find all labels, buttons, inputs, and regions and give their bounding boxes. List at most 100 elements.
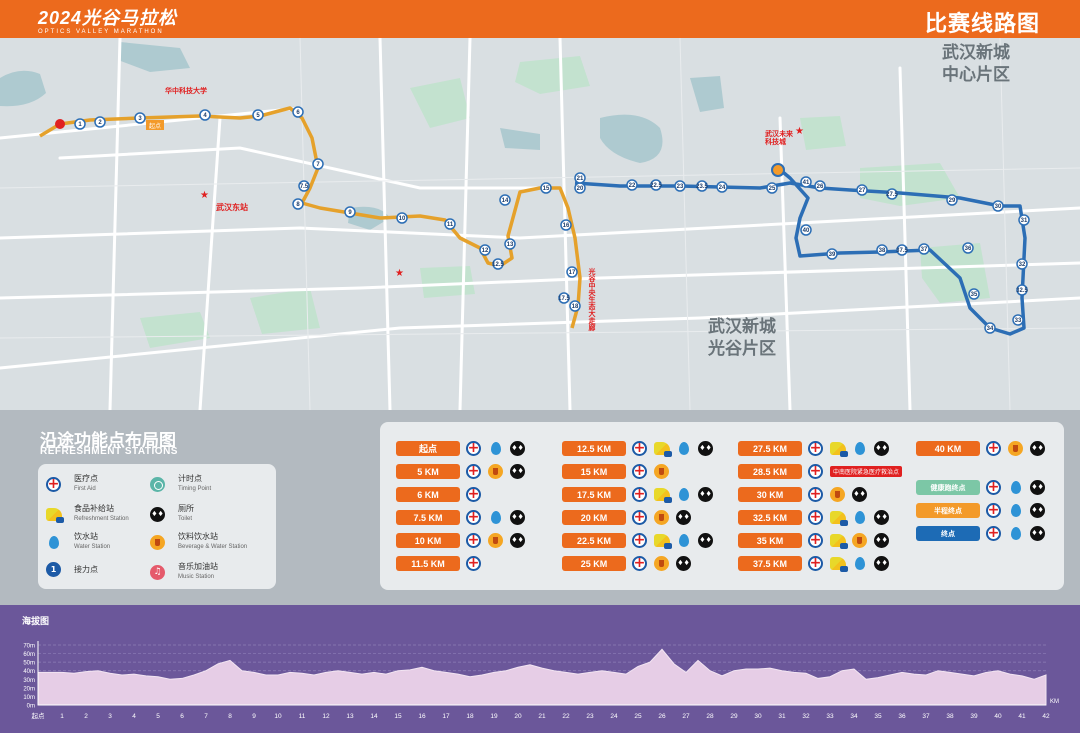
station-km-label: 12.5 KM <box>562 441 626 456</box>
svg-text:36: 36 <box>965 246 972 252</box>
x-tick-label: 42 <box>1042 713 1050 720</box>
x-tick-label: 5 <box>156 713 160 720</box>
x-tick-label: 38 <box>946 713 954 720</box>
station-row: 健康跑终点 <box>916 478 1052 496</box>
x-tick-label: 21 <box>538 713 546 720</box>
x-tick-label: 19 <box>490 713 498 720</box>
first-aid-icon <box>986 478 1001 496</box>
first-aid-icon <box>986 524 1001 542</box>
svg-text:12.5: 12.5 <box>492 262 504 268</box>
toilet-icon <box>874 556 889 571</box>
toilet-icon <box>510 510 525 525</box>
first-aid-icon <box>632 554 647 572</box>
svg-text:27.5: 27.5 <box>886 192 898 198</box>
toilet-icon <box>510 441 525 456</box>
svg-text:起点: 起点 <box>149 122 161 130</box>
svg-text:10: 10 <box>399 216 406 222</box>
svg-text:34: 34 <box>987 326 994 332</box>
toilet-icon <box>874 510 889 525</box>
station-row: 终点 <box>916 524 1052 542</box>
first-aid-icon <box>632 485 647 503</box>
x-tick-label: 26 <box>658 713 666 720</box>
station-km-label: 30 KM <box>738 487 802 502</box>
toilet-icon <box>1030 503 1045 518</box>
legend-item-toilet: 厕所Toilet <box>150 504 194 524</box>
water-icon <box>1011 481 1021 494</box>
station-row: 22.5 KM <box>562 531 720 549</box>
x-tick-label: 16 <box>418 713 426 720</box>
station-row: 11.5 KM <box>396 554 488 572</box>
station-km-label: 终点 <box>916 526 980 541</box>
svg-text:33: 33 <box>1015 318 1022 324</box>
future-city-label: 武汉未来 <box>765 129 794 138</box>
first-aid-icon <box>986 501 1001 519</box>
station-km-label: 32.5 KM <box>738 510 802 525</box>
x-tick-label: 10 <box>274 713 282 720</box>
hust-label: 华中科技大学 <box>165 86 207 95</box>
x-tick-label: 12 <box>322 713 330 720</box>
legend-panel: 医疗点First Aid 食品补给站Refreshment Station 饮水… <box>38 464 276 589</box>
x-tick-label: 15 <box>394 713 402 720</box>
toilet-icon <box>698 441 713 456</box>
x-tick-label: 13 <box>346 713 354 720</box>
elevation-section: 海拔图 0m 10m 20m 30m 40m 50m 60m 70m 起点 1 2 3 4 5 6 7 8 9 10… <box>0 605 1080 733</box>
station-row: 10 KM <box>396 531 532 549</box>
stations-subtitle: REFRESHMENT STATIONS <box>40 446 178 457</box>
x-tick-label: 9 <box>252 713 256 720</box>
station-row: 27.5 KM <box>738 439 896 457</box>
x-tick-label: 3 <box>108 713 112 720</box>
food-icon <box>830 442 848 457</box>
route-map[interactable]: 1 2 3 4 5 6 7 7.5 8 9 10 11 12 12.5 13 1… <box>0 38 1080 410</box>
x-tick-label: 29 <box>730 713 738 720</box>
svg-text:26: 26 <box>817 184 824 190</box>
svg-text:35: 35 <box>971 292 978 298</box>
station-km-label: 健康跑终点 <box>916 480 980 495</box>
station-row: 7.5 KM <box>396 508 532 526</box>
toilet-icon <box>1030 441 1045 456</box>
water-icon <box>679 442 689 455</box>
svg-text:16: 16 <box>563 223 570 229</box>
x-tick-label: 41 <box>1018 713 1026 720</box>
x-tick-label: 7 <box>204 713 208 720</box>
station-row: 37.5 KM <box>738 554 896 572</box>
svg-text:37: 37 <box>921 247 928 253</box>
logo-title: 2024光谷马拉松 <box>38 8 178 28</box>
svg-text:14: 14 <box>502 198 509 204</box>
first-aid-icon <box>986 439 1001 457</box>
timing-icon <box>150 476 165 492</box>
svg-text:29: 29 <box>949 198 956 204</box>
y-tick-label: 0m <box>27 704 35 710</box>
toilet-icon <box>676 556 691 571</box>
x-tick-label: 39 <box>970 713 978 720</box>
wuhan-east-label: 武汉东站 <box>216 202 248 212</box>
water-icon <box>855 557 865 570</box>
x-tick-label: 33 <box>826 713 834 720</box>
x-tick-label: 31 <box>778 713 786 720</box>
svg-text:7.5: 7.5 <box>300 184 309 190</box>
first-aid-icon <box>808 531 823 549</box>
svg-text:31: 31 <box>1021 218 1028 224</box>
svg-text:11: 11 <box>447 222 454 228</box>
music-icon <box>150 564 165 580</box>
station-km-label: 28.5 KM <box>738 464 802 479</box>
x-tick-label: 17 <box>442 713 450 720</box>
station-km-label: 5 KM <box>396 464 460 479</box>
first-aid-icon <box>632 462 647 480</box>
station-row: 15 KM <box>562 462 676 480</box>
svg-text:18: 18 <box>572 304 579 310</box>
station-km-label: 15 KM <box>562 464 626 479</box>
first-aid-icon <box>808 554 823 572</box>
station-km-label: 7.5 KM <box>396 510 460 525</box>
marathon-logo: 2024光谷马拉松 OPTICS VALLEY MARATHON <box>38 4 177 35</box>
svg-text:38: 38 <box>879 248 886 254</box>
svg-text:32.5: 32.5 <box>1016 288 1028 294</box>
station-row: 30 KM <box>738 485 874 503</box>
header-bar: 2024光谷马拉松 OPTICS VALLEY MARATHON 比赛线路图 <box>0 0 1080 38</box>
first-aid-icon <box>466 462 481 480</box>
station-row: 起点 <box>396 439 532 457</box>
station-km-label: 6 KM <box>396 487 460 502</box>
water-icon <box>491 511 501 524</box>
legend-item-first-aid: 医疗点First Aid <box>46 474 98 494</box>
first-aid-icon <box>808 439 823 457</box>
svg-text:13: 13 <box>507 242 514 248</box>
